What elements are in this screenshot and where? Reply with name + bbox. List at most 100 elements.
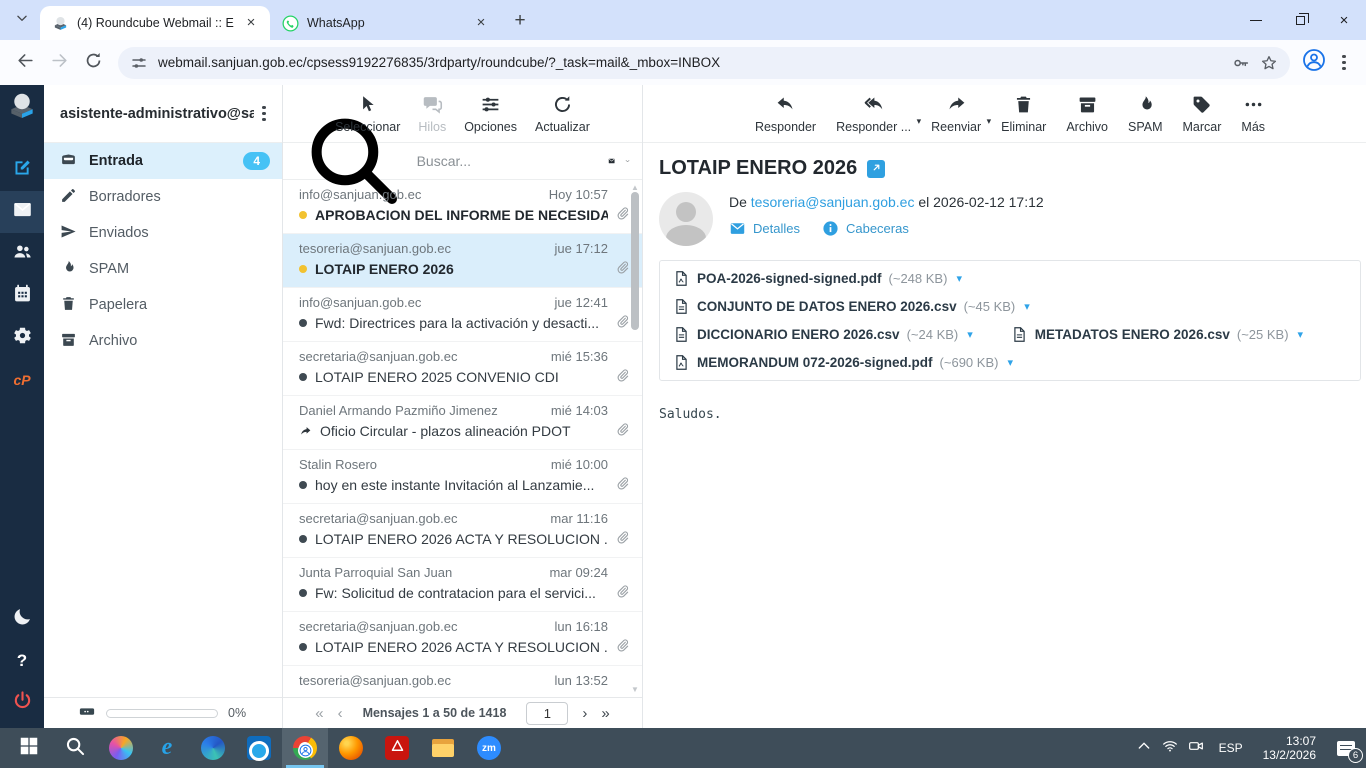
attachment-menu-caret-icon[interactable]: ▾ (956, 272, 962, 285)
tray-meet-now[interactable] (1183, 728, 1209, 768)
forward-button[interactable]: Reenviar ▾ (931, 94, 991, 134)
reply-all-caret-icon[interactable]: ▾ (917, 116, 922, 127)
address-bar[interactable]: webmail.sanjuan.gob.ec/cpsess9192276835/… (118, 46, 1290, 79)
read-dot[interactable] (299, 319, 307, 327)
search-scope-mail-icon[interactable] (608, 151, 615, 171)
taskbar-edge[interactable] (190, 728, 236, 768)
unread-dot[interactable] (299, 211, 307, 219)
taskbar-file-explorer[interactable] (420, 728, 466, 768)
archive-button[interactable]: Archivo (1066, 94, 1108, 134)
new-tab-button[interactable]: + (506, 7, 534, 35)
read-dot[interactable] (299, 373, 307, 381)
attachment-name[interactable]: DICCIONARIO ENERO 2026.csv (697, 327, 900, 342)
refresh-button[interactable]: Actualizar (535, 94, 590, 134)
read-dot[interactable] (299, 481, 307, 489)
taskbar-outlook[interactable] (236, 728, 282, 768)
rail-compose-button[interactable] (0, 149, 44, 191)
forward-caret-icon[interactable]: ▾ (987, 116, 992, 127)
scroll-down-arrow[interactable]: ▼ (631, 685, 639, 694)
reload-button[interactable] (78, 48, 108, 78)
rail-calendar-button[interactable] (0, 275, 44, 317)
attachment-name[interactable]: METADATOS ENERO 2026.csv (1035, 327, 1230, 342)
tray-clock[interactable]: 13:07 13/2/2026 (1253, 734, 1326, 762)
rail-help-button[interactable]: ? (0, 640, 44, 682)
taskbar-chrome[interactable] (282, 728, 328, 768)
tab-close-icon[interactable]: × (472, 14, 490, 32)
message-row[interactable]: Junta Parroquial San Juan mar 09:24 Fw: S… (283, 558, 642, 612)
rail-cpanel-button[interactable]: cP (0, 359, 44, 401)
search-options-chevron-icon[interactable] (625, 154, 630, 168)
next-page-button[interactable]: › (582, 706, 587, 721)
browser-menu-button[interactable] (1332, 51, 1356, 75)
browser-tab-whatsapp[interactable]: WhatsApp × (270, 6, 500, 40)
open-in-new-window-button[interactable] (867, 159, 886, 178)
rail-mail-button[interactable] (0, 191, 44, 233)
attachment-menu-caret-icon[interactable]: ▾ (1298, 328, 1304, 341)
select-button[interactable]: Seleccionar (335, 94, 400, 134)
message-row-selected[interactable]: tesoreria@sanjuan.gob.ec jue 17:12 LOTAIP… (283, 234, 642, 288)
taskbar-zoom[interactable]: zm (466, 728, 512, 768)
site-settings-icon[interactable] (130, 54, 148, 72)
folder-item-papelera[interactable]: Papelera (44, 287, 282, 323)
read-dot[interactable] (299, 589, 307, 597)
rail-contacts-button[interactable] (0, 233, 44, 275)
folder-item-enviados[interactable]: Enviados (44, 215, 282, 251)
unread-dot[interactable] (299, 265, 307, 273)
scrollbar-thumb[interactable] (631, 192, 639, 330)
bookmark-star-icon[interactable] (1260, 54, 1278, 72)
read-dot[interactable] (299, 643, 307, 651)
browser-tab-roundcube[interactable]: (4) Roundcube Webmail :: Entra × (40, 6, 270, 40)
options-button[interactable]: Opciones (464, 94, 517, 134)
first-page-button[interactable]: « (315, 706, 323, 721)
attachment-item[interactable]: METADATOS ENERO 2026.csv (~25 KB) ▾ (1011, 326, 1303, 343)
read-dot[interactable] (299, 535, 307, 543)
message-row[interactable]: info@sanjuan.gob.ec Hoy 10:57 APROBACION … (283, 180, 642, 234)
taskbar-search-button[interactable] (52, 728, 98, 768)
message-row[interactable]: secretaria@sanjuan.gob.ec mar 11:16 LOTAI… (283, 504, 642, 558)
password-key-icon[interactable] (1232, 54, 1250, 72)
attachment-name[interactable]: POA-2026-signed-signed.pdf (697, 271, 882, 286)
sender-email-link[interactable]: tesoreria@sanjuan.gob.ec (751, 194, 915, 210)
tab-search-button[interactable] (8, 6, 36, 34)
prev-page-button[interactable]: ‹ (338, 706, 343, 721)
attachment-menu-caret-icon[interactable]: ▾ (1024, 300, 1030, 313)
taskbar-copilot[interactable] (98, 728, 144, 768)
restore-button[interactable] (1278, 0, 1322, 40)
start-button[interactable] (6, 728, 52, 768)
folder-item-borradores[interactable]: Borradores (44, 179, 282, 215)
scroll-up-arrow[interactable]: ▲ (631, 183, 639, 192)
reply-button[interactable]: Responder (755, 94, 816, 134)
search-input[interactable] (416, 153, 598, 169)
message-row[interactable]: tesoreria@sanjuan.gob.ec lun 13:52 (283, 666, 642, 697)
more-button[interactable]: Más (1241, 94, 1265, 134)
attachment-menu-caret-icon[interactable]: ▾ (967, 328, 973, 341)
spam-button[interactable]: SPAM (1128, 94, 1163, 134)
forward-button[interactable] (44, 48, 74, 78)
message-row[interactable]: info@sanjuan.gob.ec jue 12:41 Fwd: Direct… (283, 288, 642, 342)
url-text[interactable]: webmail.sanjuan.gob.ec/cpsess9192276835/… (158, 55, 1222, 70)
list-scrollbar[interactable]: ▲ ▼ (630, 180, 641, 697)
folder-item-archivo[interactable]: Archivo (44, 323, 282, 359)
taskbar-internet-explorer[interactable]: e (144, 728, 190, 768)
folder-item-spam[interactable]: SPAM (44, 251, 282, 287)
reply-all-button[interactable]: Responder ... ▾ (836, 94, 921, 134)
close-button[interactable]: × (1322, 0, 1366, 40)
tray-wifi[interactable] (1157, 728, 1183, 768)
back-button[interactable] (10, 48, 40, 78)
attachment-item[interactable]: POA-2026-signed-signed.pdf (~248 KB) ▾ (673, 270, 962, 287)
headers-toggle[interactable]: Cabeceras (822, 220, 909, 237)
minimize-button[interactable] (1234, 0, 1278, 40)
rail-logout-button[interactable] (0, 682, 44, 724)
attachment-menu-caret-icon[interactable]: ▾ (1007, 356, 1013, 369)
taskbar-firefox[interactable] (328, 728, 374, 768)
message-row[interactable]: secretaria@sanjuan.gob.ec mié 15:36 LOTAI… (283, 342, 642, 396)
attachment-name[interactable]: MEMORANDUM 072-2026-signed.pdf (697, 355, 933, 370)
attachment-item[interactable]: DICCIONARIO ENERO 2026.csv (~24 KB) ▾ (673, 326, 973, 343)
message-row[interactable]: secretaria@sanjuan.gob.ec lun 16:18 LOTAI… (283, 612, 642, 666)
language-indicator[interactable]: ESP (1209, 741, 1253, 755)
tab-close-icon[interactable]: × (242, 14, 260, 32)
rail-darkmode-button[interactable] (0, 598, 44, 640)
details-toggle[interactable]: Detalles (729, 220, 800, 237)
attachment-name[interactable]: CONJUNTO DE DATOS ENERO 2026.csv (697, 299, 957, 314)
folder-options-button[interactable] (254, 102, 274, 126)
